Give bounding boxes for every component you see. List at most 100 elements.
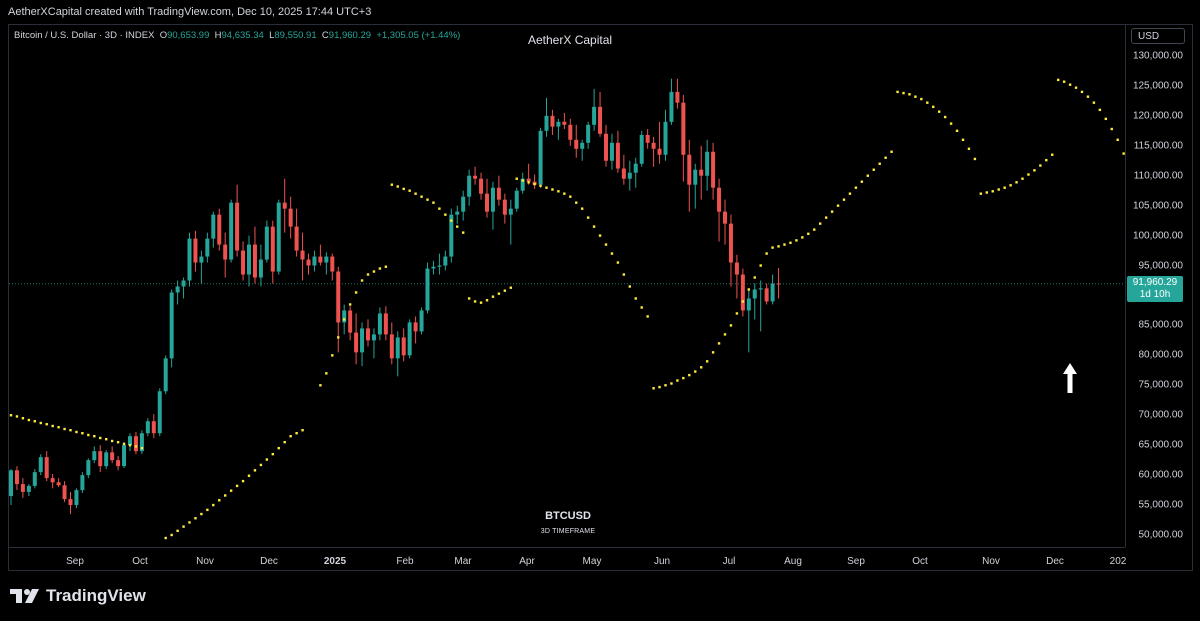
candle[interactable] [669, 78, 674, 125]
candle[interactable] [645, 129, 650, 149]
candle[interactable] [9, 469, 13, 506]
candle[interactable] [556, 118, 561, 140]
candle[interactable] [764, 283, 769, 305]
candle[interactable] [324, 252, 329, 275]
candle[interactable] [485, 178, 489, 218]
candle[interactable] [258, 244, 263, 287]
candle[interactable] [687, 139, 692, 212]
candle[interactable] [294, 208, 299, 257]
candle[interactable] [711, 142, 716, 200]
candle[interactable] [621, 154, 626, 185]
candle[interactable] [133, 432, 138, 455]
candle[interactable] [92, 446, 97, 464]
candle[interactable] [586, 121, 591, 149]
candle[interactable] [288, 196, 293, 239]
candle[interactable] [187, 232, 192, 287]
candle[interactable] [633, 157, 638, 188]
candle[interactable] [122, 442, 127, 468]
candle[interactable] [217, 208, 222, 251]
candle[interactable] [235, 184, 240, 257]
candle[interactable] [455, 205, 460, 224]
candle[interactable] [496, 175, 501, 206]
candle[interactable] [181, 277, 186, 299]
candle[interactable] [318, 244, 323, 266]
candle[interactable] [26, 484, 31, 497]
candle[interactable] [413, 316, 418, 344]
candle[interactable] [98, 445, 103, 473]
legend-symbol[interactable]: Bitcoin / U.S. Dollar · 3D · INDEX [14, 30, 154, 41]
candle[interactable] [247, 235, 251, 287]
candle[interactable] [32, 469, 37, 489]
candle[interactable] [282, 178, 287, 233]
candle[interactable] [746, 289, 751, 353]
candle[interactable] [169, 289, 174, 368]
candle[interactable] [752, 283, 757, 320]
candle[interactable] [663, 109, 668, 161]
candle[interactable] [128, 433, 132, 452]
candle[interactable] [145, 418, 150, 437]
candle[interactable] [264, 220, 269, 263]
candle[interactable] [354, 313, 359, 365]
candle[interactable] [699, 145, 704, 200]
candle[interactable] [598, 91, 603, 137]
candle[interactable] [728, 214, 733, 287]
candle[interactable] [14, 466, 19, 491]
candle[interactable] [461, 190, 466, 221]
candle[interactable] [609, 133, 614, 170]
candle[interactable] [514, 187, 519, 212]
candle[interactable] [360, 322, 365, 367]
candle[interactable] [502, 193, 507, 224]
candle[interactable] [473, 166, 478, 185]
candle[interactable] [758, 280, 763, 332]
candle[interactable] [193, 230, 198, 272]
candle[interactable] [657, 121, 662, 164]
candle[interactable] [86, 458, 91, 479]
candle[interactable] [312, 250, 317, 272]
candle[interactable] [38, 454, 43, 476]
candle[interactable] [693, 163, 698, 209]
candle[interactable] [431, 260, 436, 275]
candle[interactable] [604, 124, 608, 167]
candle[interactable] [371, 328, 376, 359]
candle[interactable] [467, 169, 472, 206]
candle[interactable] [437, 253, 442, 275]
candle[interactable] [395, 331, 400, 377]
candle[interactable] [300, 232, 305, 281]
candle[interactable] [717, 178, 722, 242]
candle[interactable] [241, 241, 246, 281]
candle[interactable] [639, 130, 644, 167]
candle[interactable] [306, 253, 311, 275]
candlestick-chart[interactable] [9, 25, 1125, 547]
candle[interactable] [330, 253, 335, 281]
candle[interactable] [139, 430, 144, 455]
candle[interactable] [592, 88, 597, 131]
candle[interactable] [348, 306, 353, 341]
candle[interactable] [770, 274, 775, 305]
candle[interactable] [389, 322, 394, 365]
candle[interactable] [562, 112, 567, 130]
candle[interactable] [336, 266, 341, 353]
candle[interactable] [419, 307, 424, 335]
candle[interactable] [449, 208, 454, 263]
candle[interactable] [68, 491, 73, 515]
time-axis[interactable] [9, 547, 1125, 572]
plot-area[interactable] [9, 25, 1125, 547]
candle[interactable] [211, 211, 216, 248]
currency-selector[interactable]: USD [1131, 28, 1185, 44]
candle[interactable] [56, 478, 61, 488]
candle[interactable] [366, 319, 370, 347]
candle[interactable] [229, 199, 234, 263]
candle[interactable] [270, 220, 275, 284]
candle[interactable] [80, 472, 85, 494]
candle[interactable] [627, 160, 632, 191]
candle[interactable] [443, 250, 448, 271]
candle[interactable] [681, 94, 686, 182]
candle[interactable] [479, 172, 484, 200]
candle[interactable] [550, 109, 555, 136]
candle[interactable] [62, 481, 67, 503]
candle[interactable] [532, 174, 537, 189]
candle[interactable] [740, 268, 745, 317]
candle[interactable] [407, 319, 412, 359]
candle[interactable] [675, 78, 680, 109]
candle[interactable] [205, 232, 210, 263]
